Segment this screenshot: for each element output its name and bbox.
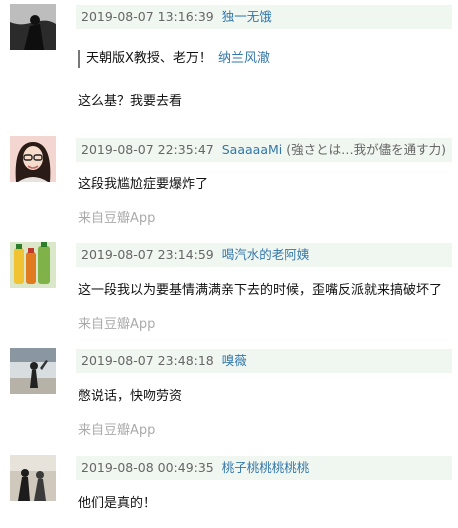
comment-meta: 2019-08-07 13:16:39 独一无饿 [76, 5, 452, 29]
comment-username[interactable]: 独一无饿 [222, 9, 272, 24]
comment-meta: 2019-08-08 00:49:35 桃子桃桃桃桃桃 [76, 456, 452, 480]
comment-username[interactable]: 喝汽水的老阿姨 [222, 247, 310, 262]
avatar-image [10, 455, 56, 501]
avatar-image [10, 136, 56, 182]
quote-author[interactable]: 纳兰风澈 [218, 51, 270, 66]
comment-time: 2019-08-07 13:16:39 [81, 9, 214, 24]
avatar-image [10, 4, 56, 50]
comment-time: 2019-08-08 00:49:35 [81, 460, 214, 475]
avatar[interactable] [10, 455, 56, 501]
avatar[interactable] [10, 348, 56, 394]
comment-meta: 2019-08-07 22:35:47 SaaaaaMi (強さとは…我が儘を通… [76, 138, 452, 162]
avatar[interactable] [10, 242, 56, 288]
comment-source: 来自豆瓣App [78, 317, 156, 332]
comment-text: 这段我尴尬症要爆炸了 [78, 177, 209, 192]
comment-source: 来自豆瓣App [78, 423, 156, 438]
comment-time: 2019-08-07 22:35:47 [81, 142, 214, 157]
comment-meta: 2019-08-07 23:14:59 喝汽水的老阿姨 [76, 243, 452, 267]
comment-username[interactable]: SaaaaaMi [222, 142, 283, 157]
avatar-image [10, 242, 56, 288]
comment-time: 2019-08-07 23:14:59 [81, 247, 214, 262]
comment-time: 2019-08-07 23:48:18 [81, 353, 214, 368]
comment-text: 这么基？我要去看 [78, 94, 183, 109]
avatar[interactable] [10, 4, 56, 50]
comment-text: 他们是真的！ [78, 496, 157, 511]
quote-text: 天朝版X教授、老万！ [86, 51, 212, 66]
avatar[interactable] [10, 136, 56, 182]
comment-text: 憋说话，快吻劳资 [78, 389, 183, 404]
comment-username[interactable]: 嗅薇 [222, 353, 247, 368]
comment-source: 来自豆瓣App [78, 211, 156, 226]
avatar-image [10, 348, 56, 394]
comment-quote: 天朝版X教授、老万！ 纳兰风澈 [78, 50, 270, 68]
user-signature: (強さとは…我が儘を通す力) [286, 142, 446, 157]
comment-username[interactable]: 桃子桃桃桃桃桃 [222, 460, 310, 475]
comment-text: 这一段我以为要基情满满亲下去的时候，歪嘴反派就来搞破坏了 [78, 283, 443, 298]
comment-meta: 2019-08-07 23:48:18 嗅薇 [76, 349, 452, 373]
